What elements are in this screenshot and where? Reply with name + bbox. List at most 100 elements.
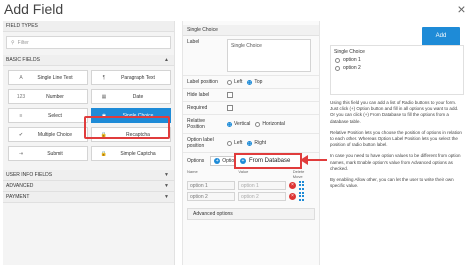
required-checkbox[interactable] (227, 105, 233, 111)
option-right-radio[interactable]: Right (247, 140, 266, 146)
option-value-input[interactable]: option 1 (238, 181, 286, 190)
field-button-number[interactable]: 123 Number (8, 89, 88, 104)
field-button-simple-captcha[interactable]: 🔒 Simple Captcha (91, 146, 171, 161)
preview-option-label: option 1 (343, 57, 361, 63)
radio-label: Left (234, 140, 243, 146)
option-name-input[interactable]: option 1 (187, 181, 235, 190)
chevron-down-icon: ▼ (164, 172, 169, 178)
advanced-options-toggle[interactable]: Advanced options (187, 208, 315, 220)
field-label: Multiple Choice (37, 131, 73, 138)
preview-panel: Add Single Choice option 1 option 2 Usin… (327, 21, 467, 265)
preview-option[interactable]: option 2 (331, 63, 463, 71)
option-row: option 1 option 1 × (183, 180, 319, 191)
drag-handle-icon[interactable] (299, 192, 305, 201)
preview-option[interactable]: option 1 (331, 55, 463, 63)
text-icon: A (19, 74, 23, 81)
from-database-button[interactable]: + From Database (234, 153, 302, 169)
delete-icon[interactable]: × (289, 193, 296, 200)
required-key: Required (187, 105, 208, 111)
option-label-position-key: Option label position (187, 137, 214, 149)
delete-icon[interactable]: × (289, 182, 296, 189)
from-database-label: From Database (249, 158, 291, 164)
checkmark-icon: ✔ (18, 131, 24, 138)
horizontal-radio[interactable]: Horizontal (255, 121, 285, 127)
option-left-radio[interactable]: Left (227, 140, 242, 146)
annotation-arrow-head (300, 155, 308, 165)
hide-label-checkbox[interactable] (227, 92, 233, 98)
relative-position-key: Relative Position (187, 118, 206, 130)
add-button[interactable]: Add (422, 27, 460, 46)
field-label: Number (46, 93, 64, 100)
field-types-header-label: FIELD TYPES (6, 23, 38, 29)
field-button-submit[interactable]: ⇥ Submit (8, 146, 88, 161)
add-field-dialog: Add Field × FIELD TYPES ⚲ Filter BASIC F… (0, 0, 474, 265)
field-button-single-line-text[interactable]: A Single Line Text (8, 70, 88, 85)
drag-handle-icon[interactable] (299, 181, 305, 190)
option-value-input[interactable]: option 2 (238, 192, 286, 201)
dialog-title: Add Field (4, 1, 64, 17)
payment-header-label: PAYMENT (6, 194, 30, 200)
field-label: Select (48, 112, 62, 119)
close-icon[interactable]: × (454, 2, 469, 17)
label-position-row: Label position Left Top (183, 76, 319, 89)
label-key: Label (187, 39, 200, 45)
submit-icon: ⇥ (18, 150, 24, 157)
help-text: Using this field you can add a list of R… (330, 100, 464, 194)
list-icon: ≡ (19, 112, 23, 119)
filter-input[interactable]: ⚲ Filter (6, 36, 171, 49)
plus-icon: + (240, 158, 246, 164)
options-key: Options (187, 158, 205, 164)
radio-label: Horizontal (262, 121, 285, 127)
field-label: Paragraph Text (121, 74, 155, 81)
required-row: Required (183, 102, 319, 115)
help-paragraph: By enabling Allow other, you can let the… (330, 177, 454, 189)
field-button-select[interactable]: ≡ Select (8, 108, 88, 123)
number-icon: 123 (16, 93, 26, 100)
chevron-down-icon: ▼ (164, 183, 169, 189)
col-value: Value (238, 169, 249, 174)
basic-fields-header-label: BASIC FIELDS (6, 57, 40, 63)
radio-label: Left (234, 79, 243, 85)
settings-header: Single Choice (183, 25, 319, 36)
user-info-fields-header[interactable]: USER INFO FIELDS ▼ (3, 170, 174, 181)
hide-label-row: Hide label (183, 89, 319, 102)
label-position-key: Label position (187, 79, 218, 85)
hide-label-key: Hide label (187, 92, 210, 98)
label-position-left-radio[interactable]: Left (227, 79, 242, 85)
chevron-down-icon: ▼ (164, 194, 169, 200)
radio-label: Top (254, 79, 263, 85)
col-name: Name (187, 169, 198, 174)
field-button-date[interactable]: ▦ Date (91, 89, 171, 104)
selected-field-highlight (84, 116, 170, 139)
advanced-header[interactable]: ADVANCED ▼ (3, 181, 174, 192)
vertical-radio[interactable]: Vertical (227, 121, 250, 127)
label-row: Label Single Choice (183, 36, 319, 76)
chevron-up-icon: ▲ (164, 57, 169, 63)
help-paragraph: Using this field you can add a list of R… (330, 100, 459, 124)
filter-placeholder: Filter (17, 39, 29, 46)
field-preview: Single Choice option 1 option 2 (330, 45, 464, 95)
option-name-input[interactable]: option 2 (187, 192, 235, 201)
user-info-header-label: USER INFO FIELDS (6, 172, 53, 178)
payment-header[interactable]: PAYMENT ▼ (3, 192, 174, 203)
help-paragraph: Relative Position lets you choose the po… (330, 129, 462, 148)
paragraph-icon: ¶ (102, 74, 106, 81)
relative-position-row: Relative Position Vertical Horizontal (183, 115, 319, 134)
field-label: Date (132, 93, 144, 100)
options-table-header: Name Value Delete Move (183, 168, 319, 180)
field-settings-panel: Single Choice Label Single Choice Label … (182, 21, 320, 265)
col-delete-move: Delete Move (292, 169, 305, 179)
help-paragraph: In case you need to have option values t… (330, 153, 461, 171)
field-label: Single Line Text (37, 74, 73, 81)
title-bar: Add Field × (0, 0, 474, 20)
basic-fields-header[interactable]: BASIC FIELDS ▲ (3, 55, 174, 66)
field-button-paragraph-text[interactable]: ¶ Paragraph Text (91, 70, 171, 85)
label-position-top-radio[interactable]: Top (247, 79, 262, 85)
plus-icon: + (214, 158, 221, 164)
radio-label: Vertical (234, 121, 251, 127)
radio-label: Right (254, 140, 267, 146)
label-textarea[interactable]: Single Choice (227, 39, 311, 72)
calendar-icon: ▦ (101, 93, 107, 100)
field-types-header: FIELD TYPES (3, 21, 174, 32)
field-button-multiple-choice[interactable]: ✔ Multiple Choice (8, 127, 88, 142)
